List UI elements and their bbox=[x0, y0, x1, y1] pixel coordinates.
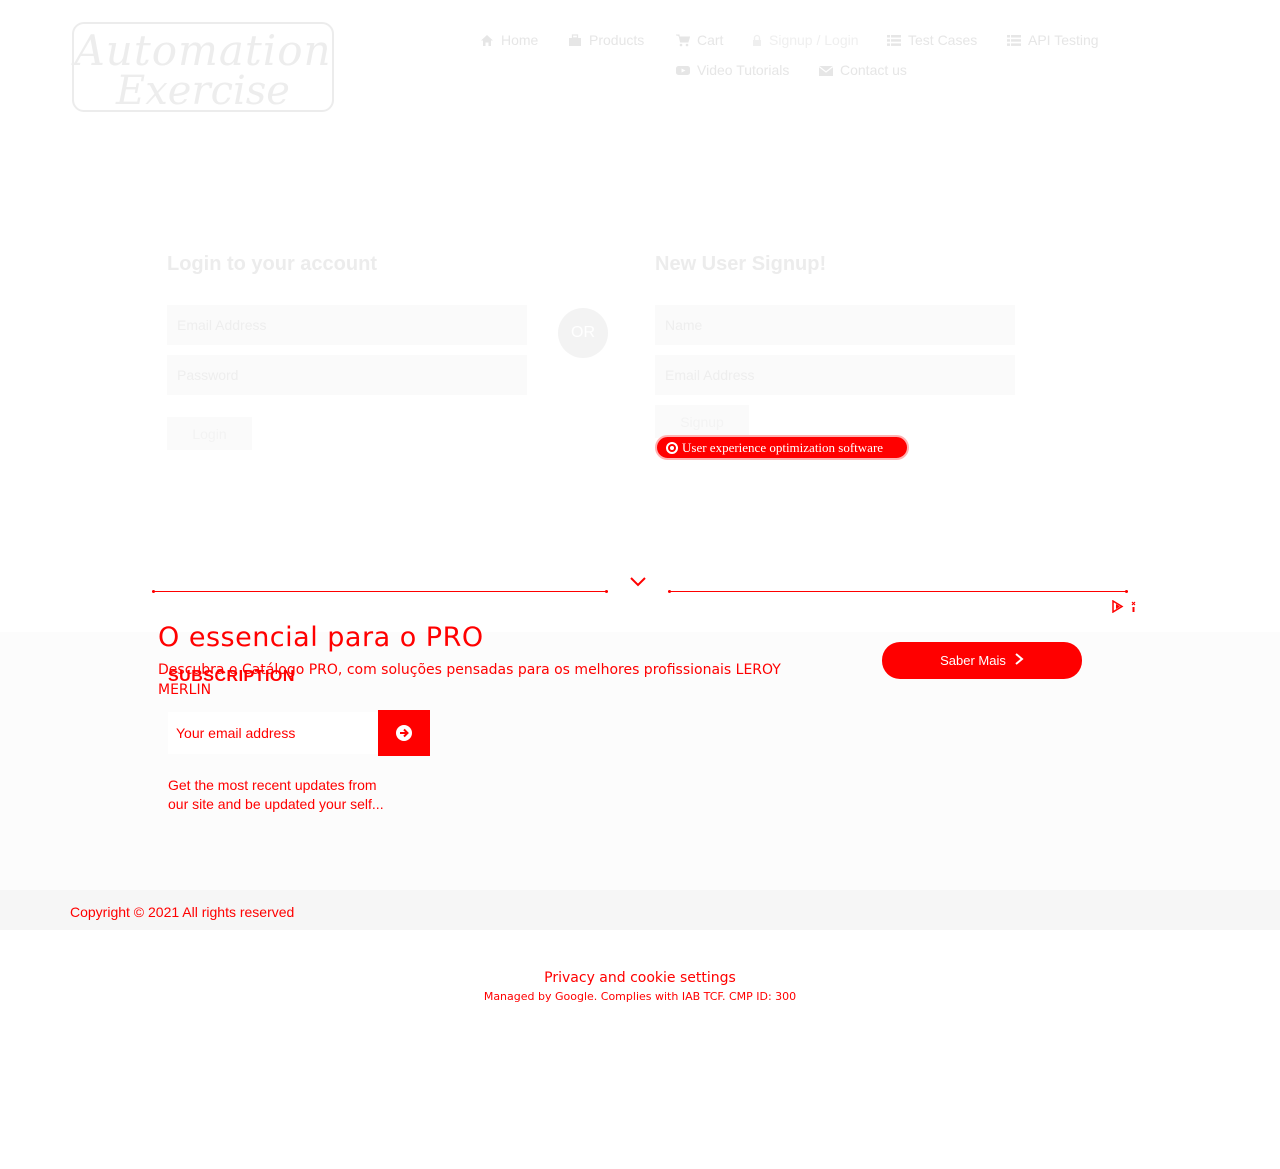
nav-test-cases-label: Test Cases bbox=[908, 32, 978, 48]
login-title: Login to your account bbox=[167, 253, 377, 275]
nav-products-label: Products bbox=[589, 32, 645, 48]
youtube-icon bbox=[676, 64, 690, 76]
lock-icon bbox=[752, 34, 762, 46]
ad-choices-icon[interactable] bbox=[1111, 599, 1137, 614]
cart-icon bbox=[676, 34, 690, 47]
privacy-cookie-settings-link[interactable]: Privacy and cookie settings bbox=[0, 970, 1280, 986]
consent-managed-text: Managed by Google. Complies with IAB TCF… bbox=[483, 990, 797, 1003]
logo-text-line2: Exercise bbox=[116, 68, 290, 114]
ad-divider-right bbox=[668, 590, 1128, 593]
ad-badge[interactable]: User experience optimization software bbox=[655, 435, 909, 460]
login-password-input[interactable] bbox=[167, 355, 527, 395]
login-button[interactable]: Login bbox=[167, 417, 252, 450]
copyright-text: Copyright © 2021 All rights reserved bbox=[70, 904, 295, 920]
nav-video-tutorials-label: Video Tutorials bbox=[697, 62, 790, 78]
signup-email-input[interactable] bbox=[655, 355, 1015, 395]
ad-cta-label: Saber Mais bbox=[940, 653, 1006, 668]
nav-contact-us-label: Contact us bbox=[840, 62, 907, 78]
arrow-circle-right-icon bbox=[394, 718, 414, 748]
list-icon bbox=[1007, 34, 1021, 46]
subscription-note: Get the most recent updates from our sit… bbox=[168, 777, 384, 812]
target-icon bbox=[666, 441, 678, 454]
nav-home[interactable]: Home bbox=[480, 32, 538, 48]
or-divider: OR bbox=[558, 308, 608, 358]
nav-cart-label: Cart bbox=[697, 32, 724, 48]
login-email-input[interactable] bbox=[167, 305, 527, 345]
subscription-title: SUBSCRIPTION bbox=[168, 668, 295, 685]
ad-headline[interactable]: O essencial para o PRO bbox=[158, 622, 484, 653]
subscribe-email-input[interactable] bbox=[168, 712, 378, 754]
nav-cart[interactable]: Cart bbox=[676, 32, 723, 48]
ad-divider-left bbox=[152, 590, 608, 593]
signup-name-input[interactable] bbox=[655, 305, 1015, 345]
nav-test-cases[interactable]: Test Cases bbox=[887, 32, 977, 48]
home-icon bbox=[480, 34, 494, 46]
nav-api-testing[interactable]: API Testing bbox=[1007, 32, 1099, 48]
nav-api-testing-label: API Testing bbox=[1028, 32, 1099, 48]
signup-title: New User Signup! bbox=[655, 253, 827, 275]
list-icon bbox=[887, 34, 901, 46]
chevron-right-icon bbox=[1014, 653, 1024, 668]
shop-icon bbox=[568, 34, 582, 46]
chevron-down-icon[interactable] bbox=[629, 575, 647, 589]
subscribe-button[interactable] bbox=[378, 710, 430, 756]
site-logo[interactable]: Automation Exercise bbox=[72, 22, 334, 114]
envelope-icon bbox=[819, 64, 833, 76]
nav-signup-login-label: Signup / Login bbox=[769, 32, 859, 48]
nav-video-tutorials[interactable]: Video Tutorials bbox=[676, 62, 789, 78]
ad-cta-button[interactable]: Saber Mais bbox=[882, 642, 1082, 679]
nav-contact-us[interactable]: Contact us bbox=[819, 62, 907, 78]
ad-badge-label: User experience optimization software bbox=[682, 439, 884, 455]
nav-home-label: Home bbox=[501, 32, 539, 48]
nav-signup-login[interactable]: Signup / Login bbox=[752, 32, 859, 48]
nav-products[interactable]: Products bbox=[568, 32, 644, 48]
signup-button[interactable]: Signup bbox=[655, 405, 749, 438]
